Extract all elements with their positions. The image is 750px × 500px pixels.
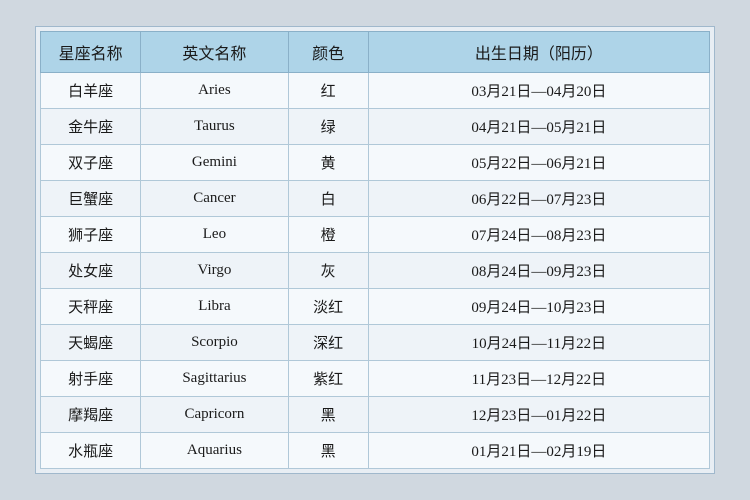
cell-chinese: 天蝎座 [41, 325, 141, 361]
cell-date: 08月24日—09月23日 [368, 253, 709, 289]
cell-chinese: 水瓶座 [41, 433, 141, 469]
cell-color: 灰 [288, 253, 368, 289]
cell-color: 橙 [288, 217, 368, 253]
cell-color: 红 [288, 73, 368, 109]
table-row: 天秤座Libra淡红09月24日—10月23日 [41, 289, 710, 325]
cell-chinese: 巨蟹座 [41, 181, 141, 217]
cell-chinese: 金牛座 [41, 109, 141, 145]
table-row: 天蝎座Scorpio深红10月24日—11月22日 [41, 325, 710, 361]
table-body: 白羊座Aries红03月21日—04月20日金牛座Taurus绿04月21日—0… [41, 73, 710, 469]
table-row: 巨蟹座Cancer白06月22日—07月23日 [41, 181, 710, 217]
cell-color: 黑 [288, 397, 368, 433]
cell-date: 11月23日—12月22日 [368, 361, 709, 397]
cell-color: 黄 [288, 145, 368, 181]
header-chinese: 星座名称 [41, 32, 141, 73]
table-row: 白羊座Aries红03月21日—04月20日 [41, 73, 710, 109]
cell-color: 黑 [288, 433, 368, 469]
header-color: 颜色 [288, 32, 368, 73]
cell-date: 05月22日—06月21日 [368, 145, 709, 181]
cell-chinese: 天秤座 [41, 289, 141, 325]
cell-english: Libra [141, 289, 288, 325]
cell-color: 紫红 [288, 361, 368, 397]
cell-english: Scorpio [141, 325, 288, 361]
table-row: 摩羯座Capricorn黑12月23日—01月22日 [41, 397, 710, 433]
cell-english: Gemini [141, 145, 288, 181]
table-row: 狮子座Leo橙07月24日—08月23日 [41, 217, 710, 253]
table-row: 双子座Gemini黄05月22日—06月21日 [41, 145, 710, 181]
cell-color: 深红 [288, 325, 368, 361]
table-row: 处女座Virgo灰08月24日—09月23日 [41, 253, 710, 289]
zodiac-table-container: 星座名称 英文名称 颜色 出生日期（阳历） 白羊座Aries红03月21日—04… [35, 26, 715, 474]
cell-chinese: 摩羯座 [41, 397, 141, 433]
header-date: 出生日期（阳历） [368, 32, 709, 73]
cell-date: 03月21日—04月20日 [368, 73, 709, 109]
cell-chinese: 狮子座 [41, 217, 141, 253]
cell-date: 01月21日—02月19日 [368, 433, 709, 469]
cell-date: 06月22日—07月23日 [368, 181, 709, 217]
cell-english: Cancer [141, 181, 288, 217]
cell-chinese: 白羊座 [41, 73, 141, 109]
cell-chinese: 双子座 [41, 145, 141, 181]
cell-english: Aquarius [141, 433, 288, 469]
cell-date: 04月21日—05月21日 [368, 109, 709, 145]
table-header-row: 星座名称 英文名称 颜色 出生日期（阳历） [41, 32, 710, 73]
cell-english: Taurus [141, 109, 288, 145]
cell-color: 白 [288, 181, 368, 217]
cell-color: 绿 [288, 109, 368, 145]
table-row: 射手座Sagittarius紫红11月23日—12月22日 [41, 361, 710, 397]
header-english: 英文名称 [141, 32, 288, 73]
cell-chinese: 射手座 [41, 361, 141, 397]
cell-english: Sagittarius [141, 361, 288, 397]
table-row: 金牛座Taurus绿04月21日—05月21日 [41, 109, 710, 145]
cell-color: 淡红 [288, 289, 368, 325]
cell-date: 12月23日—01月22日 [368, 397, 709, 433]
cell-english: Virgo [141, 253, 288, 289]
cell-english: Leo [141, 217, 288, 253]
cell-chinese: 处女座 [41, 253, 141, 289]
table-row: 水瓶座Aquarius黑01月21日—02月19日 [41, 433, 710, 469]
cell-date: 07月24日—08月23日 [368, 217, 709, 253]
zodiac-table: 星座名称 英文名称 颜色 出生日期（阳历） 白羊座Aries红03月21日—04… [40, 31, 710, 469]
cell-date: 09月24日—10月23日 [368, 289, 709, 325]
cell-english: Aries [141, 73, 288, 109]
cell-english: Capricorn [141, 397, 288, 433]
cell-date: 10月24日—11月22日 [368, 325, 709, 361]
